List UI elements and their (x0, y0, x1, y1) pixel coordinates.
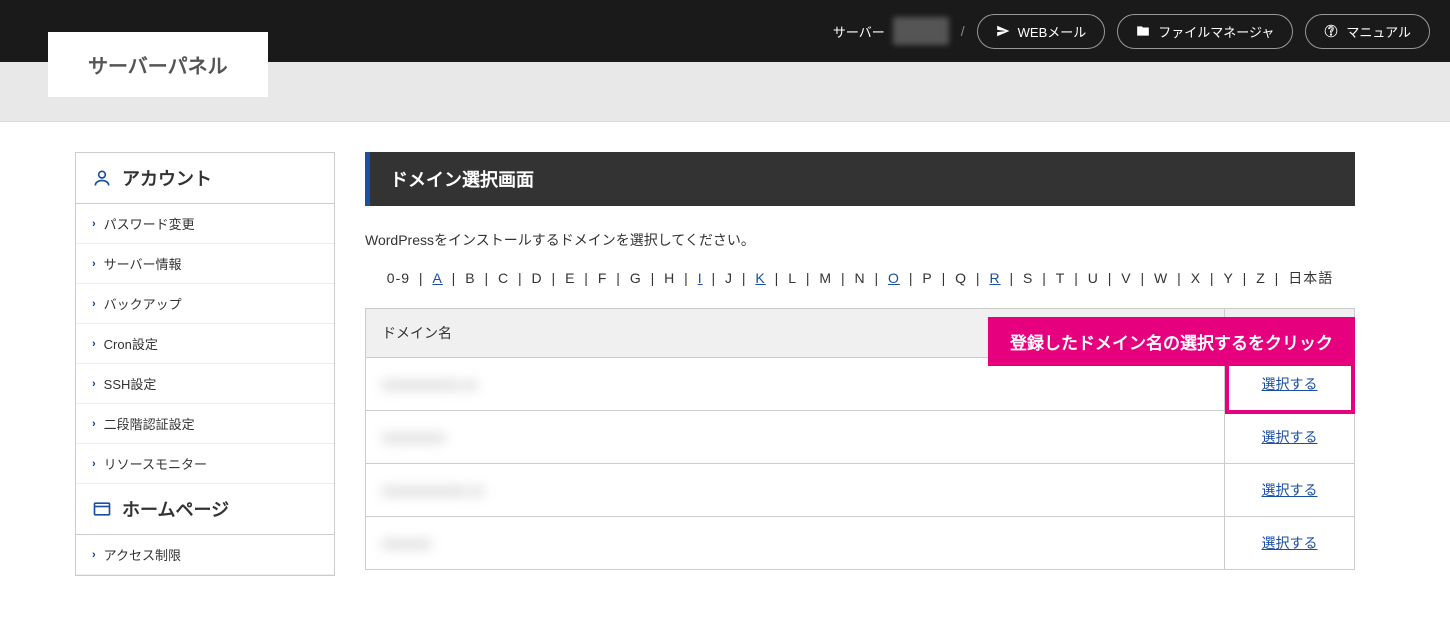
alpha-link-A[interactable]: A (428, 270, 446, 286)
select-link[interactable]: 選択する (1262, 429, 1318, 445)
chevron-right-icon: › (92, 418, 96, 430)
sidebar-section-homepage: ホームページ (76, 484, 334, 535)
webmail-button[interactable]: WEBメール (977, 14, 1106, 49)
chevron-right-icon: › (92, 338, 96, 350)
chevron-right-icon: › (92, 298, 96, 310)
folder-icon (1136, 24, 1150, 38)
chevron-right-icon: › (92, 458, 96, 470)
sidebar: アカウント ›パスワード変更 ›サーバー情報 ›バックアップ ›Cron設定 ›… (75, 152, 335, 576)
sidebar-section-account: アカウント (76, 153, 334, 204)
alpha-link-R[interactable]: R (985, 270, 1004, 286)
instruction-text: WordPressをインストールするドメインを選択してください。 (365, 230, 1355, 250)
domain-cell: xxxxxxxxx (366, 411, 1225, 464)
manual-button[interactable]: マニュアル (1305, 14, 1430, 49)
sidebar-item-access[interactable]: ›アクセス制限 (76, 535, 334, 575)
sidebar-item-backup[interactable]: ›バックアップ (76, 284, 334, 324)
page-title: ドメイン選択画面 (365, 152, 1355, 206)
alpha-link-I[interactable]: I (694, 270, 707, 286)
table-row: xxxxxxx 選択する (366, 517, 1355, 570)
table-row: xxxxxxxxxxxx.xx 選択する (366, 464, 1355, 517)
main-content: ドメイン選択画面 WordPressをインストールするドメインを選択してください… (365, 152, 1375, 576)
send-icon (996, 24, 1010, 38)
sidebar-item-resource[interactable]: ›リソースモニター (76, 444, 334, 484)
domain-cell: xxxxxxx (366, 517, 1225, 570)
help-icon (1324, 24, 1338, 38)
sidebar-item-serverinfo[interactable]: ›サーバー情報 (76, 244, 334, 284)
chevron-right-icon: › (92, 378, 96, 390)
topbar: サーバーパネル サーバー / WEBメール ファイルマネージャ マニュアル (0, 0, 1450, 62)
alpha-link-O[interactable]: O (884, 270, 904, 286)
action-cell: 選択する (1225, 464, 1355, 517)
server-id-label: サーバー (833, 17, 949, 45)
annotation-callout: 登録したドメイン名の選択するをクリック (988, 317, 1355, 366)
table-row: xxxxxxxxx 選択する (366, 411, 1355, 464)
sidebar-item-ssh[interactable]: ›SSH設定 (76, 364, 334, 404)
window-icon (92, 499, 112, 519)
sidebar-item-cron[interactable]: ›Cron設定 (76, 324, 334, 364)
chevron-right-icon: › (92, 549, 96, 561)
domain-cell: xxxxxxxxxxxx.xx (366, 464, 1225, 517)
select-link[interactable]: 選択する (1262, 482, 1318, 498)
annotation-highlight (1225, 358, 1355, 414)
logo-box: サーバーパネル (48, 32, 268, 97)
alpha-nav: 0-9 | A | B | C | D | E | F | G | H | I … (365, 268, 1355, 288)
server-id-blurred (893, 17, 949, 45)
select-link[interactable]: 選択する (1262, 535, 1318, 551)
user-icon (92, 168, 112, 188)
chevron-right-icon: › (92, 258, 96, 270)
action-cell: 選択する (1225, 411, 1355, 464)
filemanager-button[interactable]: ファイルマネージャ (1117, 14, 1293, 49)
divider: / (961, 23, 965, 39)
sidebar-item-password[interactable]: ›パスワード変更 (76, 204, 334, 244)
sidebar-item-2fa[interactable]: ›二段階認証設定 (76, 404, 334, 444)
alpha-link-K[interactable]: K (751, 270, 769, 286)
action-cell: 選択する (1225, 517, 1355, 570)
chevron-right-icon: › (92, 218, 96, 230)
logo-text: サーバーパネル (88, 56, 228, 78)
